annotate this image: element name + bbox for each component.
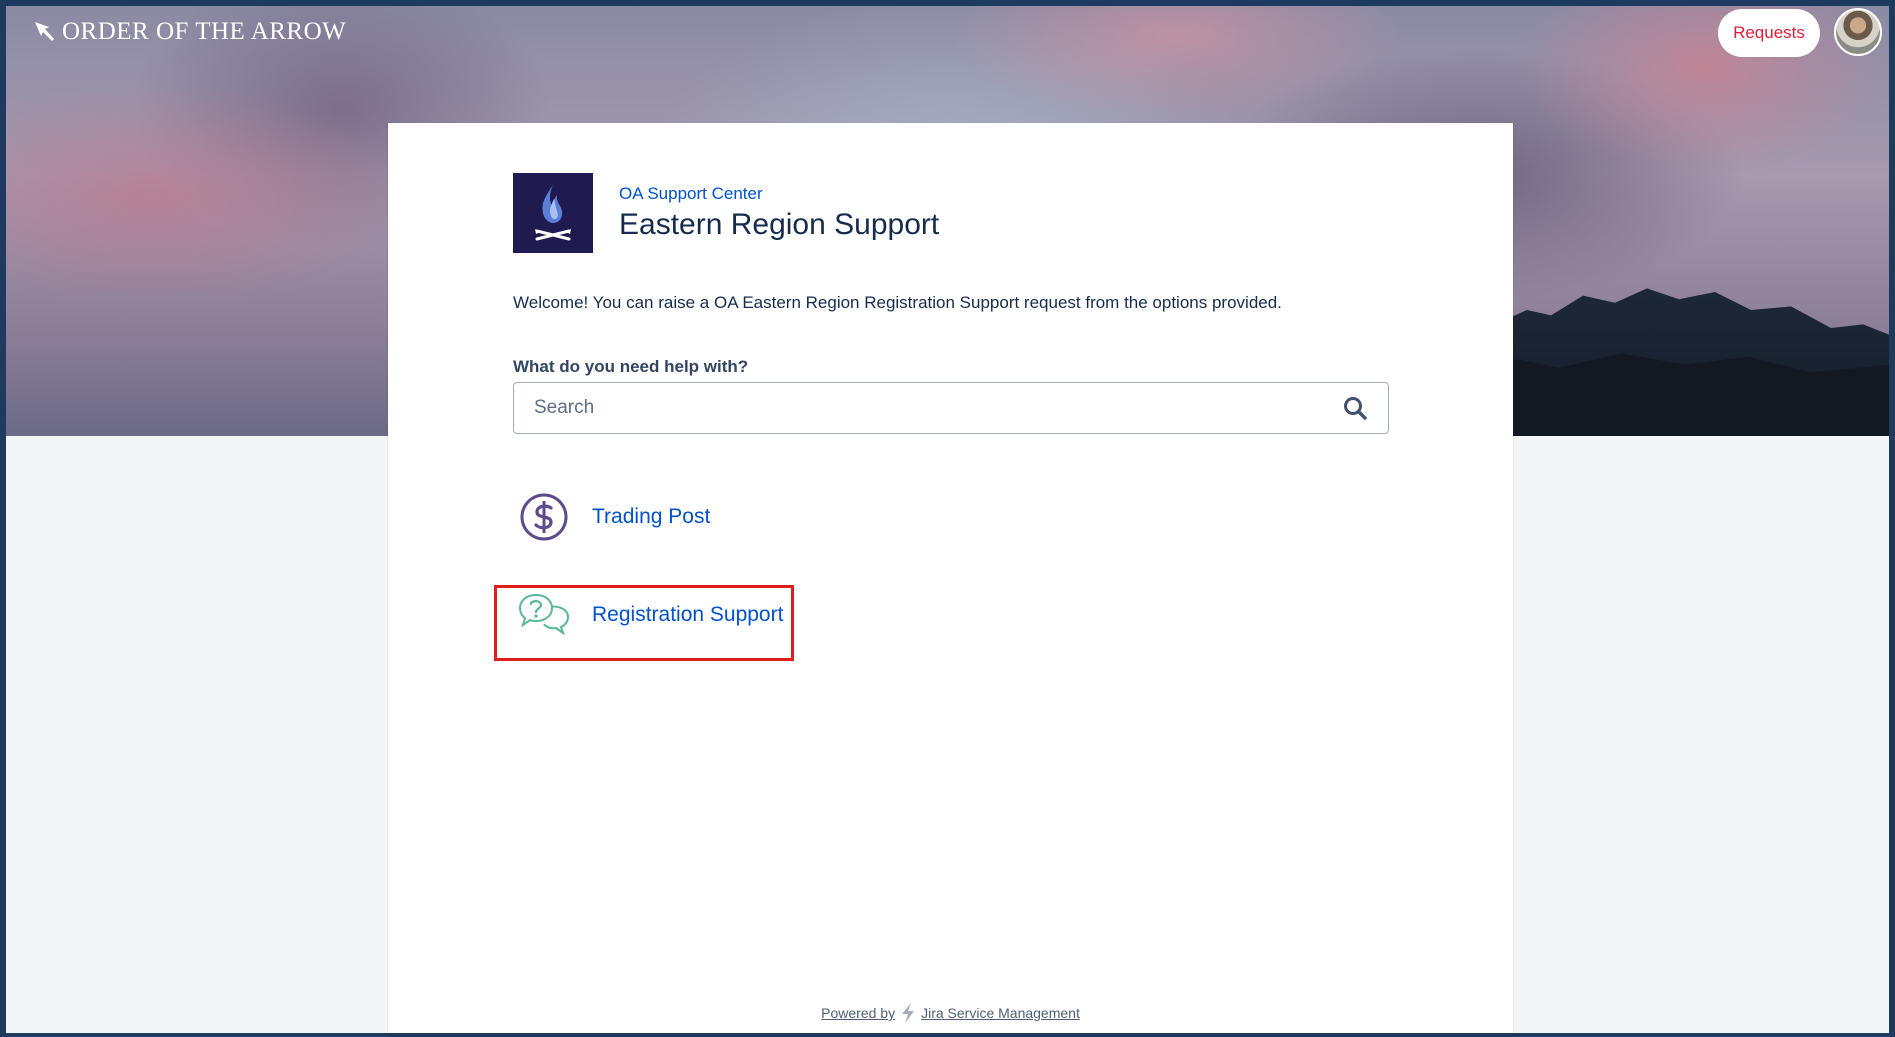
lightning-bolt-icon [902, 1003, 915, 1023]
search-icon[interactable] [1342, 395, 1368, 421]
brand-logo-link[interactable]: ORDER OF THE ARROW [32, 18, 346, 46]
portal-header: OA Support Center Eastern Region Support [513, 173, 939, 253]
search-box [513, 382, 1389, 434]
search-input[interactable] [532, 396, 1342, 420]
requests-button[interactable]: Requests [1718, 9, 1820, 57]
portal-titles: OA Support Center Eastern Region Support [619, 184, 939, 242]
request-type-label: Registration Support [592, 603, 784, 626]
question-chat-bubbles-icon [518, 593, 570, 636]
request-type-trading-post[interactable]: Trading Post [518, 491, 710, 543]
flame-arrows-logo-icon [535, 185, 571, 241]
help-label: What do you need help with? [513, 357, 749, 376]
portal-card: OA Support Center Eastern Region Support… [388, 123, 1513, 1037]
welcome-message: Welcome! You can raise a OA Eastern Regi… [513, 293, 1282, 312]
request-type-registration-support[interactable]: Registration Support [518, 589, 783, 641]
brand-name: ORDER OF THE ARROW [62, 18, 347, 45]
dollar-circle-icon [520, 493, 568, 541]
breadcrumb[interactable]: OA Support Center [619, 184, 939, 204]
page-title: Eastern Region Support [619, 208, 940, 241]
product-name: Jira Service Management [921, 1005, 1080, 1021]
powered-by-link[interactable]: Powered by Jira Service Management [821, 1002, 1080, 1024]
footer: Powered by Jira Service Management [388, 1002, 1513, 1024]
request-type-label: Trading Post [592, 505, 711, 528]
portal-logo [513, 173, 593, 253]
arrowhead-icon [35, 22, 54, 41]
avatar[interactable] [1834, 8, 1882, 56]
powered-by-text: Powered by [821, 1005, 896, 1021]
